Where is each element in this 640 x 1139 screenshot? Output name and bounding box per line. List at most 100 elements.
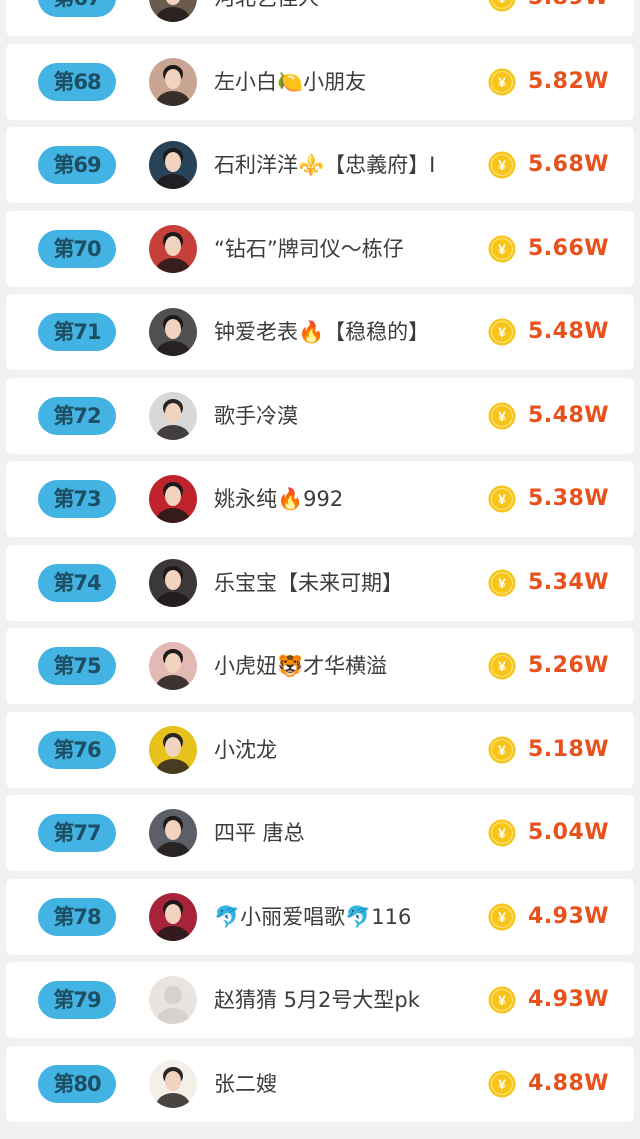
ranking-row[interactable]: 第80 张二嫂 ¥4.88W: [6, 1045, 634, 1122]
coin-icon: ¥: [488, 903, 516, 931]
rank-badge: 第67: [38, 0, 116, 17]
ranking-row[interactable]: 第78 🐬小丽爱唱歌🐬116 ¥4.93W: [6, 878, 634, 955]
coin-amount: 5.26W: [528, 653, 610, 678]
coin-amount: 4.93W: [528, 987, 610, 1012]
svg-text:¥: ¥: [498, 658, 506, 674]
user-name: 赵猜猜 5月2号大型pk: [214, 988, 420, 1012]
avatar-man-yellow-bg-icon: [149, 725, 197, 774]
rank-badge: 第78: [38, 897, 116, 936]
avatar[interactable]: [149, 475, 197, 523]
avatar[interactable]: [149, 809, 197, 857]
user-name: 乐宝宝【未来可期】: [214, 570, 403, 595]
avatar[interactable]: [149, 558, 197, 607]
svg-text:¥: ¥: [498, 909, 506, 925]
avatar[interactable]: [149, 141, 197, 189]
svg-text:¥: ¥: [498, 0, 506, 6]
svg-text:¥: ¥: [498, 157, 506, 173]
ranking-row[interactable]: 第70 “钻石”牌司仪～栋仔 ¥5.66W: [6, 210, 634, 287]
coin-amount: 4.88W: [528, 1070, 610, 1096]
ranking-row[interactable]: 第68 左小白🍋小朋友 ¥5.82W: [6, 43, 634, 120]
svg-text:¥: ¥: [498, 992, 506, 1008]
rank-badge: 第73: [38, 480, 116, 518]
avatar-man-suit-white-icon: [149, 391, 197, 440]
coin-amount: 5.68W: [528, 152, 610, 177]
user-name: 钟爱老表🔥【稳稳的】: [214, 320, 430, 344]
user-name: 左小白🍋小朋友: [214, 69, 367, 94]
coin-icon: ¥: [488, 0, 516, 12]
ranking-row[interactable]: 第76 小沈龙 ¥5.18W: [6, 711, 634, 788]
ranking-row[interactable]: 第77 四平 唐总 ¥5.04W: [6, 795, 634, 871]
avatar[interactable]: [149, 224, 197, 273]
rank-badge: 第69: [38, 146, 116, 184]
svg-text:¥: ¥: [498, 742, 506, 758]
user-name: 石利洋洋⚜️【忠義府】I: [214, 153, 436, 177]
avatar[interactable]: [149, 642, 197, 690]
user-name: 四平 唐总: [214, 821, 305, 845]
svg-text:¥: ¥: [498, 408, 506, 424]
rank-badge: 第72: [38, 396, 116, 435]
avatar[interactable]: [149, 0, 197, 22]
avatar-woman-light-icon: [149, 57, 197, 106]
avatar-man-sunglasses-icon: [149, 308, 197, 356]
coin-amount: 5.18W: [528, 736, 610, 762]
coin-amount: 4.93W: [528, 903, 610, 929]
avatar-dark-portrait-icon: [149, 0, 197, 22]
avatar[interactable]: [149, 892, 197, 941]
avatar-man-grey-icon: [149, 809, 197, 857]
rank-badge: 第76: [38, 730, 116, 769]
user-name: 小沈龙: [214, 737, 277, 762]
avatar[interactable]: [149, 1059, 197, 1108]
coin-icon: ¥: [488, 235, 516, 263]
avatar[interactable]: [149, 308, 197, 356]
avatar[interactable]: [149, 725, 197, 774]
coin-icon: ¥: [488, 318, 516, 346]
coin-amount: 5.89W: [528, 0, 609, 36]
coin-amount: 5.38W: [528, 486, 610, 511]
ranking-row[interactable]: 第74 乐宝宝【未来可期】 ¥5.34W: [6, 544, 634, 621]
avatar-man-red-jacket-icon: [149, 224, 197, 273]
ranking-list: 第67 河北艺佳人 ¥5.89W 第68 左小白🍋小朋友 ¥5.82W 第69 石利洋洋⚜️【…: [0, 0, 640, 1139]
user-name: 河北艺佳人: [214, 0, 319, 36]
ranking-row[interactable]: 第72 歌手冷漠 ¥5.48W: [6, 377, 634, 454]
user-name: 张二嫂: [214, 1071, 277, 1096]
ranking-row[interactable]: 第79 赵猜猜 5月2号大型pk ¥4.93W: [6, 962, 634, 1038]
coin-amount: 5.48W: [528, 319, 610, 344]
svg-text:¥: ¥: [498, 241, 506, 257]
ranking-row[interactable]: 第75 小虎妞🐯才华横溢 ¥5.26W: [6, 628, 634, 704]
user-name: 🐬小丽爱唱歌🐬116: [214, 904, 412, 929]
avatar-woman-red-icon: [149, 892, 197, 941]
coin-icon: ¥: [488, 151, 516, 179]
ranking-row[interactable]: 第73 姚永纯🔥992 ¥5.38W: [6, 461, 634, 537]
avatar[interactable]: [149, 57, 197, 106]
avatar[interactable]: [149, 976, 197, 1024]
avatar[interactable]: [149, 391, 197, 440]
coin-icon: ¥: [488, 485, 516, 513]
svg-text:¥: ¥: [498, 74, 506, 90]
avatar-cartoon-girl-icon: [149, 1059, 197, 1108]
user-name: 姚永纯🔥992: [214, 487, 344, 511]
coin-amount: 5.66W: [528, 235, 610, 261]
avatar-default-placeholder-icon: [149, 976, 197, 1024]
coin-icon: ¥: [488, 1070, 516, 1098]
coin-icon: ¥: [488, 819, 516, 847]
ranking-row[interactable]: 第69 石利洋洋⚜️【忠義府】I ¥5.68W: [6, 127, 634, 203]
user-name: “钻石”牌司仪～栋仔: [214, 236, 404, 261]
coin-amount: 5.82W: [528, 68, 610, 94]
rank-badge: 第71: [38, 313, 116, 351]
svg-text:¥: ¥: [498, 324, 506, 340]
coin-amount: 5.04W: [528, 820, 610, 845]
ranking-row[interactable]: 第67 河北艺佳人 ¥5.89W: [6, 0, 634, 36]
rank-badge: 第68: [38, 62, 116, 101]
coin-icon: ¥: [488, 569, 516, 597]
coin-amount: 5.34W: [528, 569, 610, 595]
svg-text:¥: ¥: [498, 491, 506, 507]
user-name: 小虎妞🐯才华横溢: [214, 654, 388, 678]
svg-text:¥: ¥: [498, 1076, 506, 1092]
rank-badge: 第79: [38, 981, 116, 1019]
avatar-man-suit-blue-icon: [149, 141, 197, 189]
rank-badge: 第75: [38, 647, 116, 685]
avatar-woman-dark-hair-icon: [149, 558, 197, 607]
ranking-row[interactable]: 第71 钟爱老表🔥【稳稳的】 ¥5.48W: [6, 294, 634, 370]
coin-icon: ¥: [488, 402, 516, 430]
avatar-red-dress-icon: [149, 475, 197, 523]
